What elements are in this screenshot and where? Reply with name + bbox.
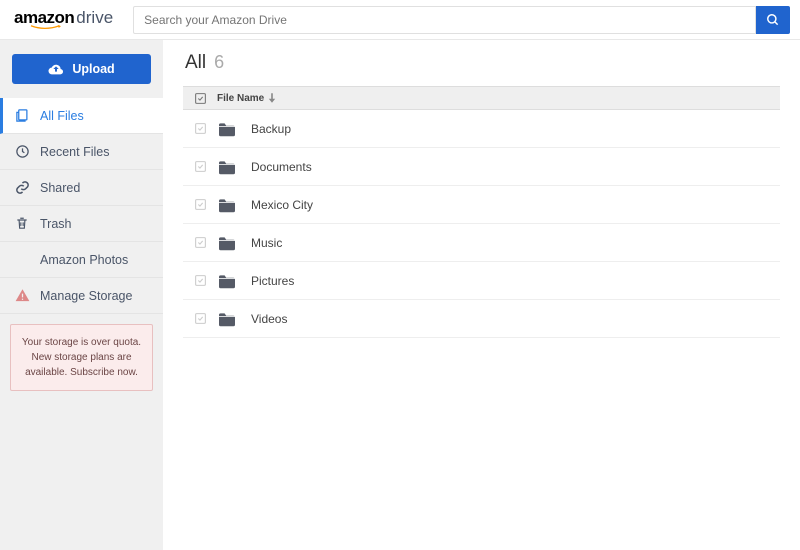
file-name: Pictures: [251, 274, 294, 288]
sidebar-item-recent[interactable]: Recent Files: [0, 134, 163, 170]
column-header-name[interactable]: File Name: [217, 93, 276, 104]
table-row[interactable]: Music: [183, 224, 780, 262]
table-row[interactable]: Documents: [183, 148, 780, 186]
logo-sub: drive: [76, 8, 113, 28]
quota-warning[interactable]: Your storage is over quota. New storage …: [10, 324, 153, 391]
sidebar-item-label: Recent Files: [40, 145, 109, 159]
search-icon: [766, 13, 780, 27]
main-content: All 6 File Name Backup Documents Mexico: [163, 40, 800, 550]
sidebar-item-shared[interactable]: Shared: [0, 170, 163, 206]
upload-button[interactable]: Upload: [12, 54, 151, 84]
folder-icon: [217, 159, 239, 175]
table-row[interactable]: Mexico City: [183, 186, 780, 224]
table-header: File Name: [183, 86, 780, 110]
sidebar-item-all-files[interactable]: All Files: [0, 98, 163, 134]
logo-main: amazon: [14, 8, 74, 27]
sidebar-item-label: Shared: [40, 181, 80, 195]
page-title-row: All 6: [183, 52, 780, 74]
folder-icon: [217, 235, 239, 251]
page-count: 6: [214, 52, 224, 73]
sort-arrow-down-icon: [268, 93, 276, 103]
folder-icon: [217, 311, 239, 327]
column-label: File Name: [217, 93, 264, 104]
sidebar-item-label: All Files: [40, 109, 84, 123]
search-input[interactable]: [133, 6, 756, 34]
cloud-upload-icon: [48, 63, 64, 75]
row-checkbox[interactable]: [183, 198, 217, 211]
select-all-checkbox[interactable]: [183, 92, 217, 105]
link-icon: [14, 180, 30, 196]
trash-icon: [14, 216, 30, 232]
row-checkbox[interactable]: [183, 312, 217, 325]
row-checkbox[interactable]: [183, 274, 217, 287]
checkbox-icon: [194, 198, 207, 211]
clock-icon: [14, 144, 30, 160]
checkbox-icon: [194, 92, 207, 105]
sidebar-item-label: Amazon Photos: [40, 253, 128, 267]
warning-icon: [14, 288, 30, 304]
sidebar-item-label: Trash: [40, 217, 72, 231]
search-button[interactable]: [756, 6, 790, 34]
sidebar-item-photos[interactable]: Amazon Photos: [0, 242, 163, 278]
sidebar-item-trash[interactable]: Trash: [0, 206, 163, 242]
table-row[interactable]: Pictures: [183, 262, 780, 300]
folder-icon: [217, 197, 239, 213]
quota-message: Your storage is over quota. New storage …: [22, 337, 141, 378]
file-name: Backup: [251, 122, 291, 136]
file-name: Mexico City: [251, 198, 313, 212]
page-title: All: [185, 52, 206, 74]
file-name: Documents: [251, 160, 312, 174]
search-bar: [133, 6, 790, 34]
files-icon: [14, 108, 30, 124]
folder-icon: [217, 273, 239, 289]
sidebar-item-label: Manage Storage: [40, 289, 132, 303]
checkbox-icon: [194, 122, 207, 135]
app-header: amazon drive: [0, 0, 800, 40]
checkbox-icon: [194, 312, 207, 325]
folder-icon: [217, 121, 239, 137]
photos-icon: [14, 252, 30, 268]
sidebar-item-storage[interactable]: Manage Storage: [0, 278, 163, 314]
file-name: Videos: [251, 312, 287, 326]
row-checkbox[interactable]: [183, 122, 217, 135]
sidebar: Upload All Files Recent Files Shared Tra…: [0, 40, 163, 550]
table-row[interactable]: Backup: [183, 110, 780, 148]
checkbox-icon: [194, 160, 207, 173]
checkbox-icon: [194, 274, 207, 287]
upload-label: Upload: [72, 62, 114, 76]
table-row[interactable]: Videos: [183, 300, 780, 338]
row-checkbox[interactable]: [183, 236, 217, 249]
file-name: Music: [251, 236, 282, 250]
checkbox-icon: [194, 236, 207, 249]
app-logo[interactable]: amazon drive: [10, 8, 113, 31]
row-checkbox[interactable]: [183, 160, 217, 173]
